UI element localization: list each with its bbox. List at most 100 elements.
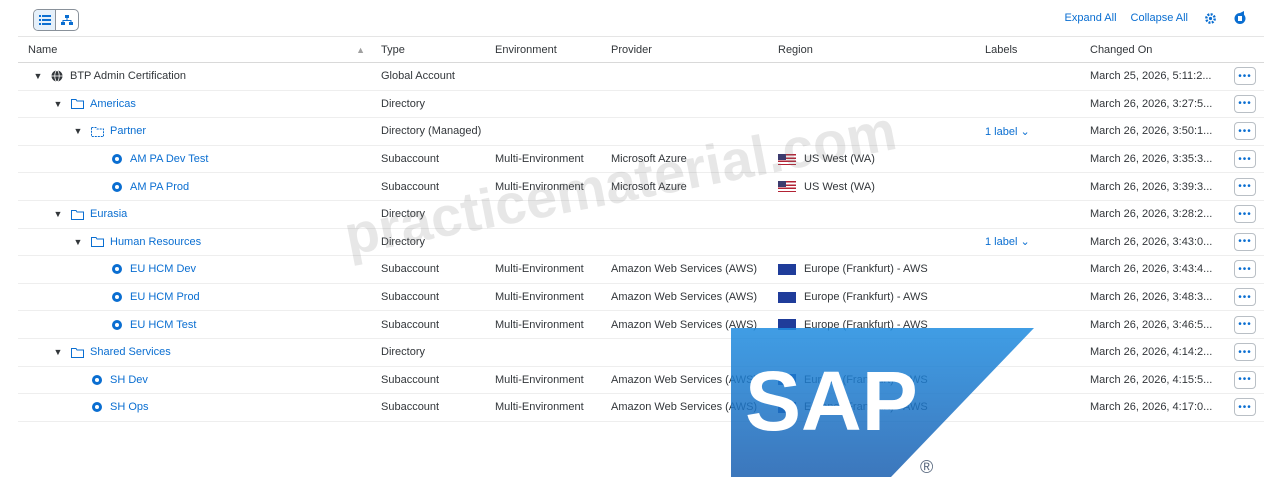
labels-dropdown[interactable]: 1 label ⌄ <box>985 126 1030 138</box>
more-actions-button[interactable]: ••• <box>1234 343 1256 362</box>
view-toggle <box>33 9 79 31</box>
node-name-link[interactable]: SH Ops <box>110 401 149 413</box>
globe-icon <box>50 69 64 83</box>
region-cell: Europe (Frankfurt) - AWS <box>804 291 928 304</box>
column-header-provider[interactable]: Provider <box>601 36 768 63</box>
more-actions-button[interactable]: ••• <box>1234 288 1256 307</box>
column-header-name[interactable]: Name ▲ <box>18 36 371 63</box>
node-name-link[interactable]: EU HCM Test <box>130 319 196 331</box>
labels-cell <box>975 393 1080 422</box>
table-header-row: Name ▲ Type Environment Provider Region L… <box>18 36 1264 63</box>
folder-icon <box>70 97 84 111</box>
table-row[interactable]: AM PA Dev Test Subaccount Multi-Environm… <box>18 145 1264 174</box>
environment-cell <box>485 90 601 119</box>
column-header-actions <box>1224 36 1264 63</box>
more-actions-button[interactable]: ••• <box>1234 315 1256 334</box>
settings-gear-icon[interactable] <box>1202 10 1218 26</box>
region-cell: Europe (Frankfurt) - AWS <box>804 373 928 386</box>
table-row[interactable]: ▼ Human Resources Directory 1 label ⌄ Ma… <box>18 228 1264 257</box>
more-actions-button[interactable]: ••• <box>1234 150 1256 169</box>
labels-cell: 1 label ⌄ <box>975 117 1080 146</box>
chevron-down-icon[interactable]: ▼ <box>52 209 64 219</box>
table-row[interactable]: ▼ Shared Services Directory March 26, 20… <box>18 338 1264 367</box>
labels-cell <box>975 145 1080 174</box>
chevron-down-icon[interactable]: ▼ <box>72 237 84 247</box>
more-actions-button[interactable]: ••• <box>1234 370 1256 389</box>
more-actions-button[interactable]: ••• <box>1234 205 1256 224</box>
node-name-link[interactable]: Partner <box>110 125 146 137</box>
more-actions-button[interactable]: ••• <box>1234 177 1256 196</box>
table-row[interactable]: AM PA Prod Subaccount Multi-Environment … <box>18 172 1264 201</box>
changed-on-cell: March 26, 2026, 3:43:0... <box>1080 228 1224 257</box>
chevron-down-icon[interactable]: ▼ <box>32 71 44 81</box>
type-cell: Directory <box>371 228 485 257</box>
node-name-link[interactable]: AM PA Prod <box>130 181 189 193</box>
table-row[interactable]: EU HCM Dev Subaccount Multi-Environment … <box>18 255 1264 284</box>
labels-cell <box>975 255 1080 284</box>
environment-cell <box>485 62 601 91</box>
table-row[interactable]: EU HCM Prod Subaccount Multi-Environment… <box>18 283 1264 312</box>
type-cell: Global Account <box>371 62 485 91</box>
provider-cell <box>601 117 768 146</box>
environment-cell <box>485 200 601 229</box>
node-name-link[interactable]: SH Dev <box>110 374 148 386</box>
more-actions-button[interactable]: ••• <box>1234 260 1256 279</box>
labels-cell <box>975 310 1080 339</box>
column-header-changed-on[interactable]: Changed On <box>1080 36 1224 63</box>
eu-flag-icon <box>778 291 796 303</box>
changed-on-cell: March 26, 2026, 4:14:2... <box>1080 338 1224 367</box>
column-header-type[interactable]: Type <box>371 36 485 63</box>
region-cell <box>768 90 975 119</box>
provider-cell: Amazon Web Services (AWS) <box>601 255 768 284</box>
tree-view-button[interactable] <box>56 10 78 30</box>
node-name-link[interactable]: AM PA Dev Test <box>130 153 208 165</box>
more-actions-button[interactable]: ••• <box>1234 67 1256 86</box>
provider-cell: Microsoft Azure <box>601 172 768 201</box>
table-row[interactable]: EU HCM Test Subaccount Multi-Environment… <box>18 310 1264 339</box>
us-flag-icon <box>778 181 796 193</box>
table-row[interactable]: ▼ Americas Directory March 26, 2026, 3:2… <box>18 90 1264 119</box>
table-row[interactable]: ▼ Partner Directory (Managed) 1 label ⌄ … <box>18 117 1264 146</box>
node-name-link[interactable]: Eurasia <box>90 208 127 220</box>
environment-cell <box>485 338 601 367</box>
subaccount-icon <box>90 373 104 387</box>
provider-cell <box>601 338 768 367</box>
table-row[interactable]: SH Dev Subaccount Multi-Environment Amaz… <box>18 366 1264 395</box>
more-actions-button[interactable]: ••• <box>1234 398 1256 417</box>
region-cell: US West (WA) <box>804 153 875 166</box>
export-icon[interactable] <box>1232 10 1248 26</box>
node-name-link[interactable]: EU HCM Prod <box>130 291 200 303</box>
more-actions-button[interactable]: ••• <box>1234 94 1256 113</box>
column-header-environment[interactable]: Environment <box>485 36 601 63</box>
collapse-all-button[interactable]: Collapse All <box>1131 12 1188 24</box>
provider-cell: Amazon Web Services (AWS) <box>601 283 768 312</box>
table-row[interactable]: ▼ Eurasia Directory March 26, 2026, 3:28… <box>18 200 1264 229</box>
changed-on-cell: March 26, 2026, 3:50:1... <box>1080 117 1224 146</box>
type-cell: Subaccount <box>371 310 485 339</box>
node-name-link[interactable]: Shared Services <box>90 346 171 358</box>
more-actions-button[interactable]: ••• <box>1234 232 1256 251</box>
provider-cell: Amazon Web Services (AWS) <box>601 393 768 422</box>
chevron-down-icon[interactable]: ▼ <box>72 126 84 136</box>
column-header-labels[interactable]: Labels <box>975 36 1080 63</box>
labels-dropdown[interactable]: 1 label ⌄ <box>985 236 1030 248</box>
chevron-down-icon[interactable]: ▼ <box>52 99 64 109</box>
chevron-down-icon[interactable]: ▼ <box>52 347 64 357</box>
changed-on-cell: March 26, 2026, 3:46:5... <box>1080 310 1224 339</box>
environment-cell: Multi-Environment <box>485 255 601 284</box>
eu-flag-icon <box>778 263 796 275</box>
table-row[interactable]: SH Ops Subaccount Multi-Environment Amaz… <box>18 393 1264 422</box>
provider-cell: Amazon Web Services (AWS) <box>601 366 768 395</box>
expand-all-button[interactable]: Expand All <box>1065 12 1117 24</box>
type-cell: Directory (Managed) <box>371 117 485 146</box>
table-row[interactable]: ▼ BTP Admin Certification Global Account… <box>18 62 1264 91</box>
node-name-link[interactable]: Americas <box>90 98 136 110</box>
column-header-region[interactable]: Region <box>768 36 975 63</box>
environment-cell: Multi-Environment <box>485 366 601 395</box>
labels-cell: 1 label ⌄ <box>975 228 1080 257</box>
node-name-link[interactable]: EU HCM Dev <box>130 263 196 275</box>
list-view-button[interactable] <box>34 10 56 30</box>
more-actions-button[interactable]: ••• <box>1234 122 1256 141</box>
type-cell: Directory <box>371 90 485 119</box>
node-name-link[interactable]: Human Resources <box>110 236 201 248</box>
